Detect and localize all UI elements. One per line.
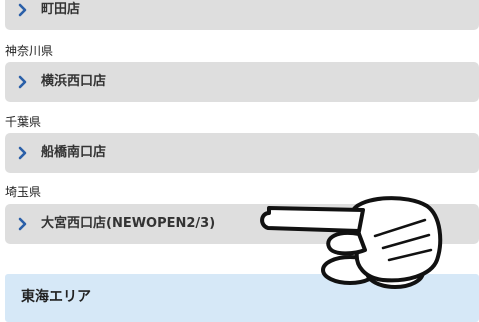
chevron-right-icon [18, 75, 27, 89]
area-title: 東海エリア [21, 289, 91, 305]
prefecture-heading-saitama: 埼玉県 [5, 185, 42, 199]
store-link-machida[interactable]: 町田店 [5, 0, 479, 30]
chevron-right-icon [18, 3, 27, 17]
chevron-right-icon [18, 146, 27, 160]
chevron-right-icon [18, 217, 27, 231]
store-link-omiya-nishiguchi[interactable]: 大宮西口店(NEWOPEN2/3) [5, 204, 479, 244]
prefecture-heading-chiba: 千葉県 [5, 115, 42, 129]
prefecture-heading-kanagawa: 神奈川県 [5, 44, 54, 58]
store-link-yokohama-nishiguchi[interactable]: 横浜西口店 [5, 62, 479, 102]
store-name: 横浜西口店 [41, 74, 107, 89]
store-link-funabashi-minamiguchi[interactable]: 船橋南口店 [5, 133, 479, 173]
area-section-tokai[interactable]: 東海エリア [5, 274, 479, 322]
store-name: 町田店 [41, 2, 81, 17]
store-name: 船橋南口店 [41, 145, 107, 160]
store-name: 大宮西口店(NEWOPEN2/3) [41, 216, 216, 231]
